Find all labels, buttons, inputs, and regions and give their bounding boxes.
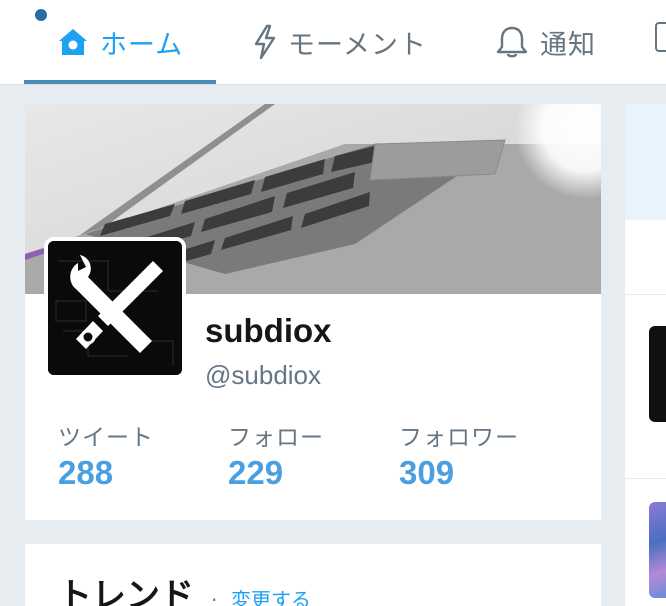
nav-home-label: ホーム: [100, 29, 184, 61]
suggestion-thumbnail[interactable]: [649, 326, 666, 422]
trends-card: トレンド · 変更する: [25, 544, 601, 606]
trends-separator: ·: [211, 588, 218, 606]
profile-name[interactable]: subdiox: [205, 312, 332, 350]
stat-following-label: フォロー: [228, 425, 324, 451]
top-navigation: ホーム モーメント 通知: [0, 0, 666, 85]
nav-notifications[interactable]: 通知: [494, 0, 596, 84]
nav-notifications-label: 通知: [540, 29, 596, 61]
nav-home[interactable]: ホーム: [24, 0, 216, 84]
nav-moments-label: モーメント: [288, 29, 427, 61]
stat-tweets[interactable]: ツイート 288: [58, 418, 154, 492]
stat-tweets-label: ツイート: [58, 425, 154, 451]
profile-handle[interactable]: @subdiox: [205, 360, 321, 391]
stat-tweets-value: 288: [58, 454, 114, 491]
profile-card: subdiox @subdiox ツイート 288 フォロー 229 フォロワー…: [25, 104, 601, 520]
right-column: [625, 104, 666, 606]
divider: [625, 294, 666, 295]
lightning-icon: [252, 24, 278, 60]
avatar[interactable]: [44, 237, 186, 379]
bell-icon: [494, 24, 530, 60]
stat-followers-value: 309: [399, 454, 455, 491]
stat-followers-label: フォロワー: [399, 425, 519, 451]
active-tab-indicator: [24, 80, 216, 84]
trends-title: トレンド: [58, 576, 194, 606]
divider: [625, 478, 666, 479]
stat-followers[interactable]: フォロワー 309: [399, 418, 519, 492]
home-icon: [56, 26, 90, 58]
stat-following-value: 229: [228, 454, 284, 491]
suggestion-thumbnail[interactable]: [649, 502, 666, 598]
nav-moments[interactable]: モーメント: [252, 0, 427, 84]
trends-change-link[interactable]: 変更する: [231, 584, 311, 606]
right-panel-header: [625, 104, 666, 220]
mail-icon[interactable]: [655, 22, 666, 52]
stat-following[interactable]: フォロー 229: [228, 418, 324, 492]
